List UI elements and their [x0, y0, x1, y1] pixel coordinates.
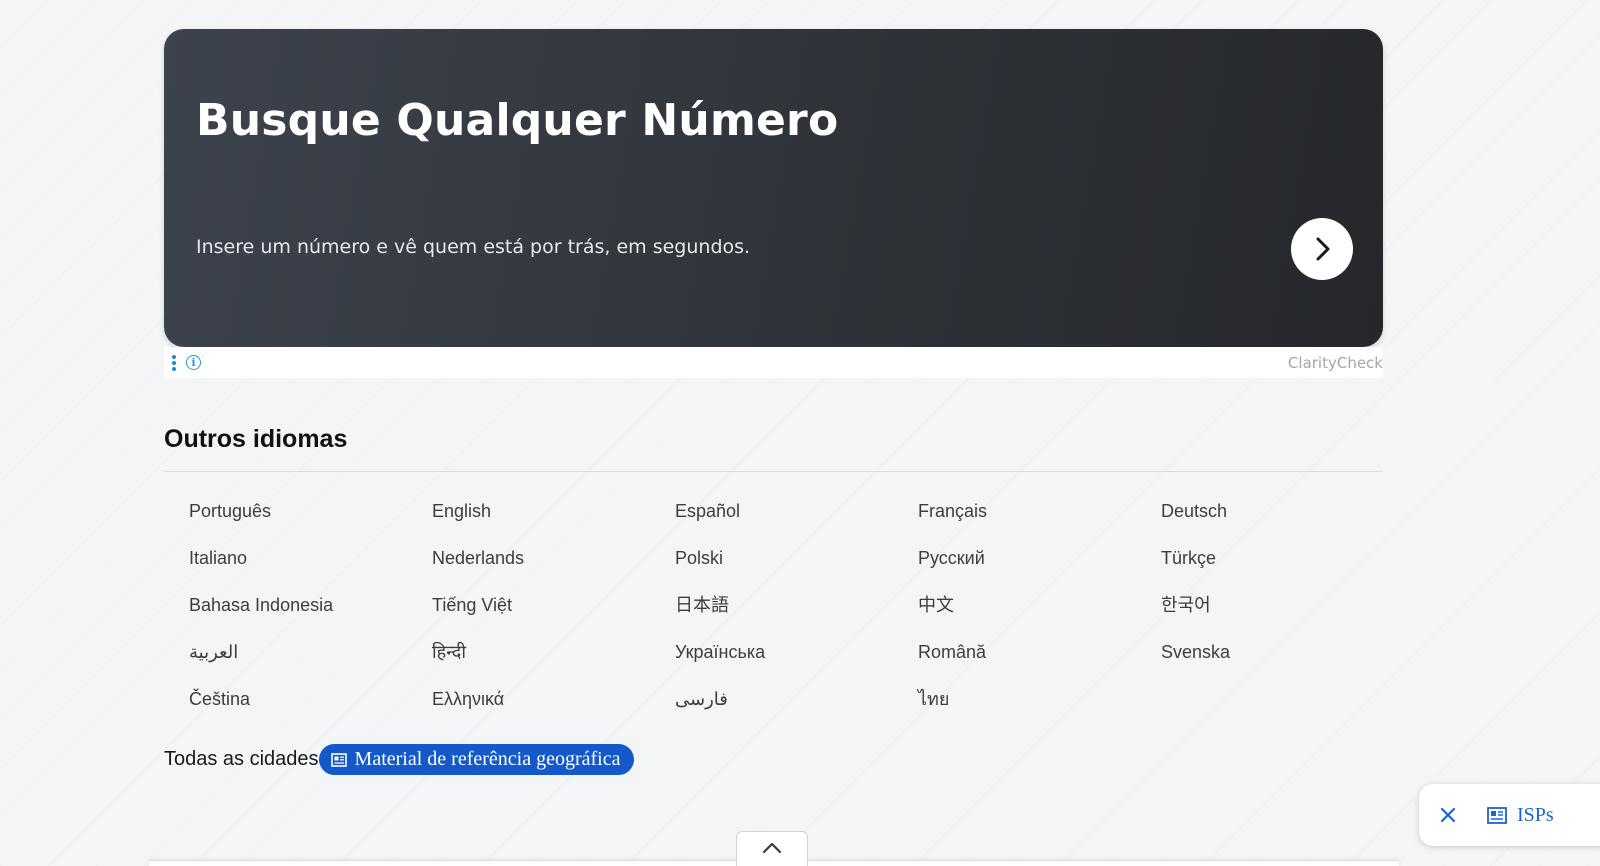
chevron-right-icon — [1316, 237, 1330, 261]
language-link[interactable]: 日本語 — [675, 594, 918, 641]
language-link[interactable]: Ελληνικά — [432, 688, 675, 735]
geo-reference-chip[interactable]: Material de referência geográfica — [318, 744, 635, 775]
language-link[interactable]: ไทย — [918, 688, 1161, 735]
language-link[interactable]: Bahasa Indonesia — [189, 594, 432, 641]
isps-link[interactable]: ISPs — [1487, 804, 1554, 827]
chevron-up-icon — [762, 842, 782, 854]
ad-title: Busque Qualquer Número — [196, 95, 839, 146]
language-link[interactable]: Polski — [675, 547, 918, 594]
scroll-top-button[interactable] — [736, 831, 808, 866]
language-list: Português English Español Français Deuts… — [189, 500, 1404, 735]
language-link[interactable]: Português — [189, 500, 432, 547]
language-link[interactable]: Türkçe — [1161, 547, 1404, 594]
more-vertical-icon[interactable] — [172, 355, 176, 371]
cities-row: Todas as cidades Material de referência … — [164, 744, 635, 775]
language-link[interactable]: हिन्दी — [432, 641, 675, 688]
language-link[interactable]: Italiano — [189, 547, 432, 594]
language-link[interactable]: English — [432, 500, 675, 547]
ad-banner[interactable]: Busque Qualquer Número Insere um número … — [164, 29, 1383, 378]
close-button[interactable] — [1437, 804, 1459, 826]
language-link[interactable]: 한국어 — [1161, 594, 1404, 641]
language-link[interactable]: Čeština — [189, 688, 432, 735]
isps-label: ISPs — [1517, 803, 1554, 826]
language-link[interactable]: Español — [675, 500, 918, 547]
language-link[interactable]: Tiếng Việt — [432, 594, 675, 641]
divider — [164, 471, 1383, 472]
ad-next-button[interactable] — [1291, 218, 1353, 280]
language-link[interactable]: Français — [918, 500, 1161, 547]
language-link[interactable]: العربية — [189, 641, 432, 688]
language-link[interactable]: Русский — [918, 547, 1161, 594]
language-link[interactable]: فارسی — [675, 688, 918, 735]
language-link[interactable]: Română — [918, 641, 1161, 688]
language-link[interactable]: Deutsch — [1161, 500, 1404, 547]
language-link[interactable]: Українська — [675, 641, 918, 688]
newspaper-icon — [330, 752, 347, 767]
ad-subtitle: Insere um número e vê quem está por trás… — [196, 236, 751, 258]
geo-reference-label: Material de referência geográfica — [354, 748, 621, 770]
language-link[interactable]: Nederlands — [432, 547, 675, 594]
language-link[interactable]: Svenska — [1161, 641, 1404, 688]
ad-card[interactable]: Busque Qualquer Número Insere um número … — [164, 29, 1383, 347]
language-link[interactable]: 中文 — [918, 594, 1161, 641]
ad-footer: i ClarityCheck — [164, 347, 1383, 378]
info-icon[interactable]: i — [186, 355, 201, 370]
other-languages-heading: Outros idiomas — [164, 425, 348, 453]
all-cities-link[interactable]: Todas as cidades — [164, 748, 319, 771]
close-icon — [1440, 807, 1456, 823]
newspaper-icon — [1487, 806, 1507, 824]
floating-panel: ISPs — [1419, 784, 1600, 846]
ad-brand[interactable]: ClarityCheck — [1288, 354, 1383, 372]
